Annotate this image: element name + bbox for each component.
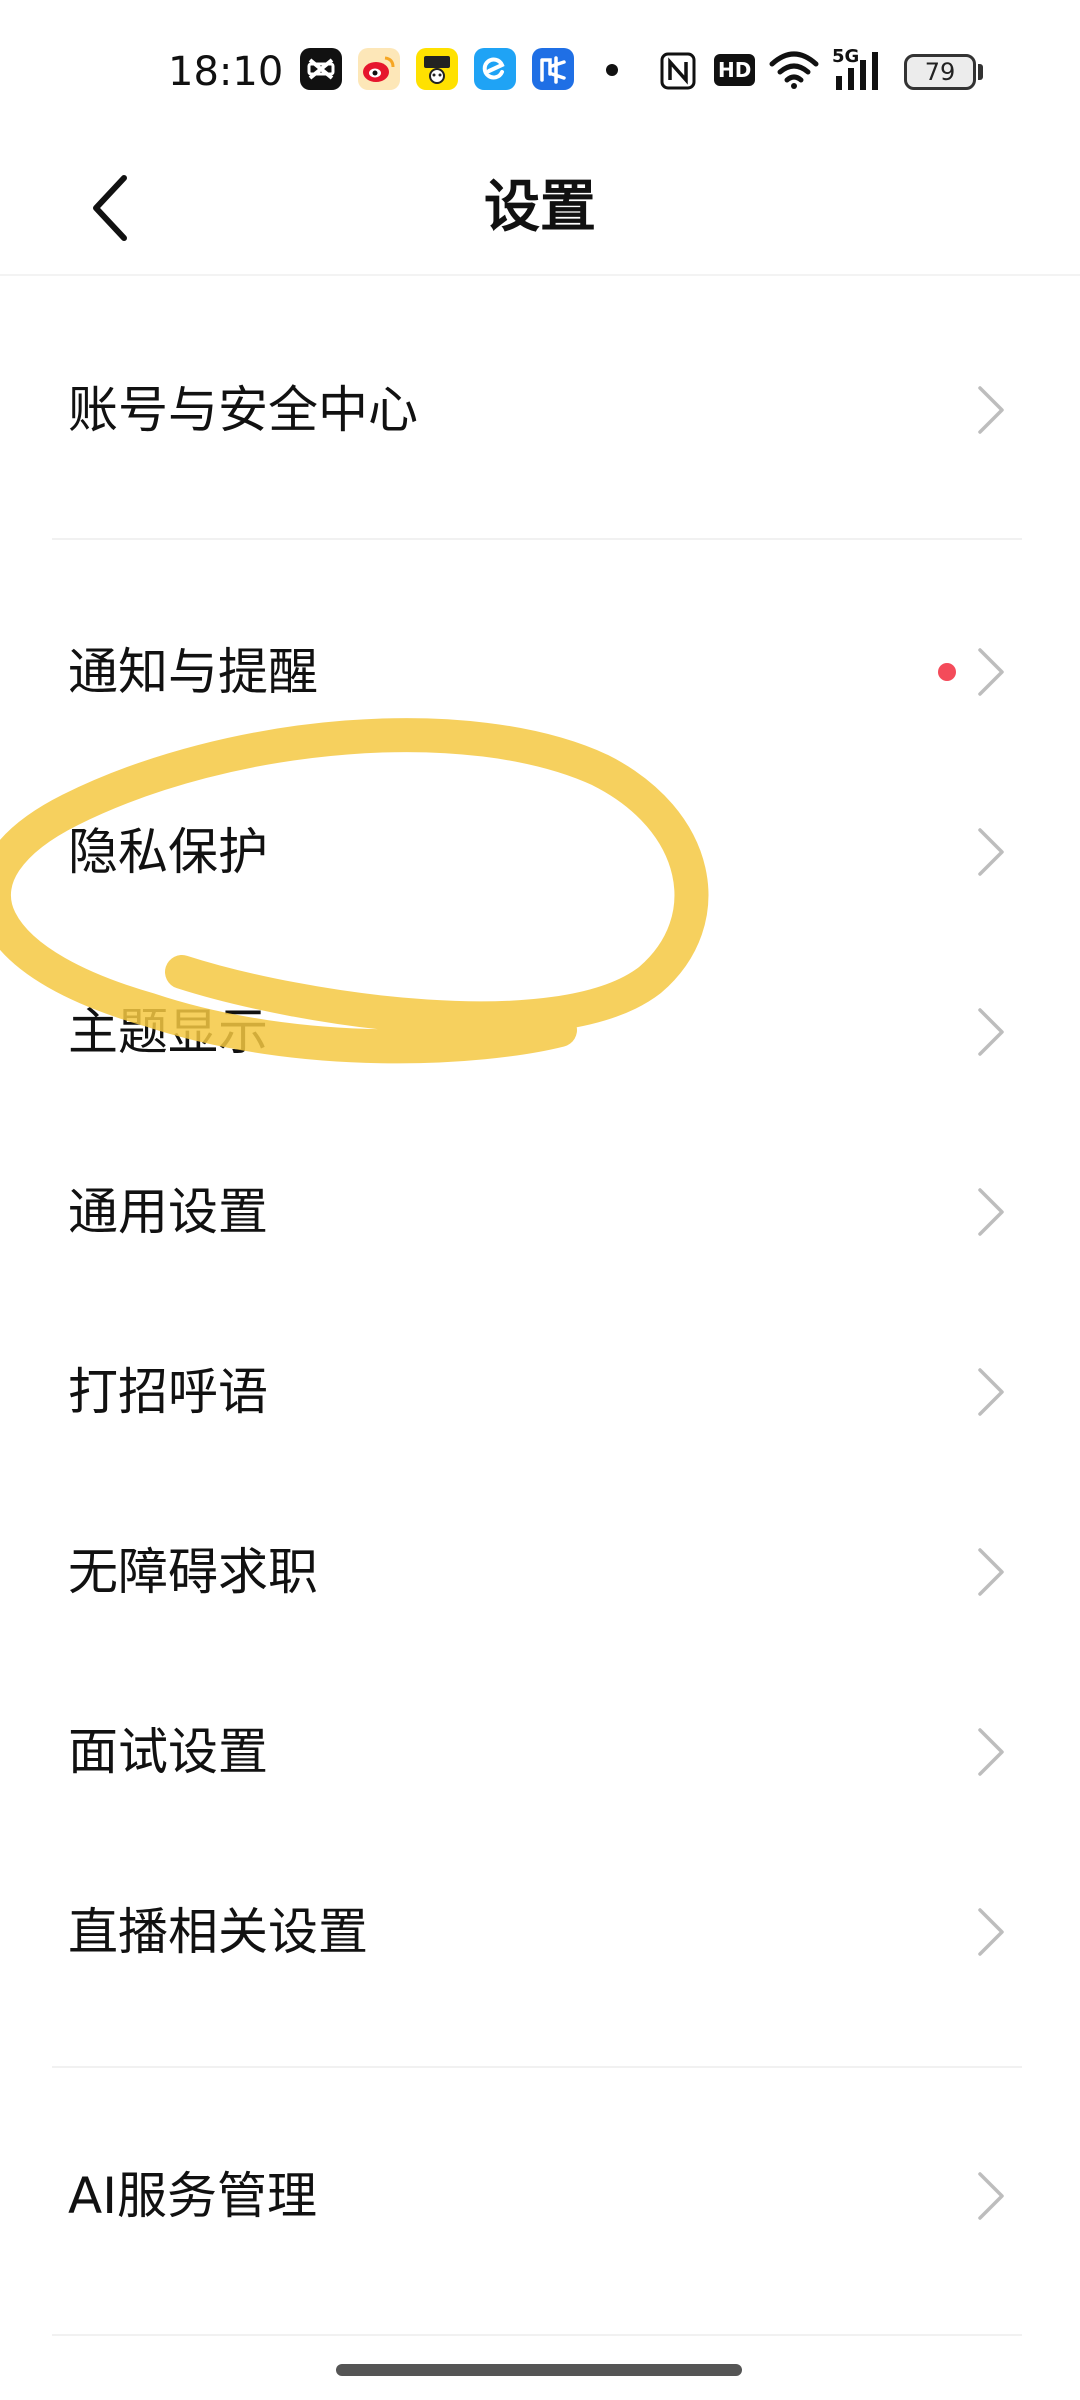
weibo-icon [358,48,400,90]
chevron-right-icon [978,828,1004,876]
hd-icon: HD [714,54,756,86]
chevron-right-icon [978,386,1004,434]
unread-dot-badge [938,663,956,681]
settings-item-live[interactable]: 直播相关设置 [0,1842,1080,2022]
battery-icon: 79 [904,54,976,90]
status-bar: 18:10 HD 5G 79 [0,0,1080,140]
settings-item-label: 主题显示 [68,1003,268,1061]
page-title: 设置 [484,175,596,240]
settings-item-label: 隐私保护 [68,823,268,881]
eleme-icon [474,48,516,90]
battery-level: 79 [924,58,956,86]
settings-item-accessible-jobs[interactable]: 无障碍求职 [0,1482,1080,1662]
chevron-right-icon [978,1908,1004,1956]
nfc-icon [660,52,696,101]
section-divider [52,2334,1022,2336]
settings-item-label: 无障碍求职 [68,1543,318,1601]
settings-item-ai-services[interactable]: AI服务管理 [0,2106,1080,2286]
notification-more-dot [606,64,618,76]
chevron-right-icon [978,1008,1004,1056]
settings-item-label: AI服务管理 [68,2167,317,2225]
settings-item-label: 通知与提醒 [68,643,318,701]
section-divider [52,2066,1022,2068]
settings-item-label: 打招呼语 [68,1363,268,1421]
status-time: 18:10 [168,49,284,95]
back-button[interactable] [70,158,150,258]
chevron-right-icon [978,1548,1004,1596]
chevron-right-icon [978,1368,1004,1416]
chevron-right-icon [978,2172,1004,2220]
yellow-app-icon [416,48,458,90]
battery-cap [978,64,983,80]
settings-item-theme[interactable]: 主题显示 [0,942,1080,1122]
capcut-icon [300,48,342,90]
settings-item-greeting[interactable]: 打招呼语 [0,1302,1080,1482]
section-divider [52,538,1022,540]
settings-item-label: 直播相关设置 [68,1903,368,1961]
settings-item-account-security[interactable]: 账号与安全中心 [0,320,1080,500]
settings-item-notifications[interactable]: 通知与提醒 [0,582,1080,762]
chevron-left-icon [93,175,127,241]
chevron-right-icon [978,648,1004,696]
home-indicator[interactable] [336,2364,742,2376]
navigation-header: 设置 [0,140,1080,276]
settings-item-label: 账号与安全中心 [68,381,418,439]
chevron-right-icon [978,1188,1004,1236]
chevron-right-icon [978,1728,1004,1776]
settings-item-privacy[interactable]: 隐私保护 [0,762,1080,942]
settings-item-label: 面试设置 [68,1723,268,1781]
maimai-icon [532,48,574,90]
settings-item-label: 通用设置 [68,1183,268,1241]
settings-item-general[interactable]: 通用设置 [0,1122,1080,1302]
settings-item-interview[interactable]: 面试设置 [0,1662,1080,1842]
wifi-icon [768,50,820,94]
